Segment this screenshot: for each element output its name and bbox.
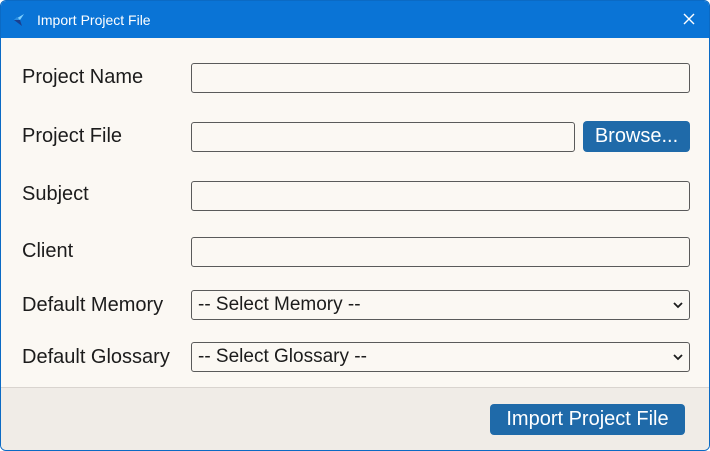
project-name-label: Project Name xyxy=(22,66,144,88)
app-logo-icon xyxy=(14,14,24,26)
browse-button[interactable]: Browse... xyxy=(583,121,690,152)
window-title: Import Project File xyxy=(37,12,151,28)
project-name-input[interactable] xyxy=(191,63,690,93)
dialog-footer: Import Project File xyxy=(1,387,709,450)
import-project-dialog: Import Project File Project Name Project… xyxy=(0,0,710,451)
default-memory-label: Default Memory xyxy=(22,294,164,316)
project-file-label: Project File xyxy=(22,125,123,147)
chevron-down-icon xyxy=(673,354,683,361)
subject-label: Subject xyxy=(22,183,89,205)
default-glossary-selected: -- Select Glossary -- xyxy=(198,346,367,367)
subject-input[interactable] xyxy=(191,181,690,211)
client-label: Client xyxy=(22,240,74,262)
import-project-file-button[interactable]: Import Project File xyxy=(490,404,685,435)
chevron-down-icon xyxy=(673,302,683,309)
title-bar: Import Project File xyxy=(1,1,709,38)
default-glossary-label: Default Glossary xyxy=(22,346,170,368)
project-file-input[interactable] xyxy=(191,122,575,152)
default-glossary-select[interactable]: -- Select Glossary -- xyxy=(191,342,690,372)
default-memory-selected: -- Select Memory -- xyxy=(198,294,361,315)
default-memory-select[interactable]: -- Select Memory -- xyxy=(191,290,690,320)
client-input[interactable] xyxy=(191,237,690,267)
close-icon[interactable] xyxy=(679,9,699,29)
